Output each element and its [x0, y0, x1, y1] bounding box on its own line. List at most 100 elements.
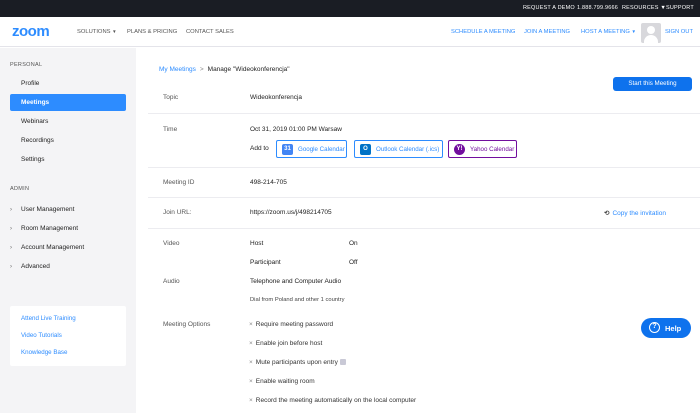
support-link[interactable]: SUPPORT [666, 5, 694, 11]
sidebar-item-recordings[interactable]: Recordings [10, 132, 126, 149]
dial-from-text: Dial from [250, 297, 274, 303]
copy-invitation-label: Copy the invitation [612, 210, 666, 217]
dial-other-text: and other 1 country [294, 297, 345, 303]
question-icon: ? [649, 322, 660, 333]
avatar-head [647, 26, 655, 34]
solutions-label: SOLUTIONS [77, 29, 111, 35]
attend-live-training-link[interactable]: Attend Live Training [21, 315, 76, 322]
option-require-password: × Require meeting password [249, 321, 333, 328]
zoom-logo[interactable]: zoom [12, 23, 50, 40]
help-button[interactable]: ? Help [641, 318, 691, 338]
sidebar-item-user-management[interactable]: › User Management [10, 206, 126, 213]
plans-pricing-link[interactable]: PLANS & PRICING [127, 29, 177, 35]
outlook-calendar-label: Outlook Calendar (.ics) [376, 146, 440, 153]
video-label: Video [163, 240, 180, 247]
google-calendar-icon: 31 [282, 144, 293, 155]
phone-number: 1.888.799.9666 [577, 5, 619, 11]
host-meeting-label: HOST A MEETING [581, 29, 630, 35]
sidebar-section-admin: ADMIN [10, 186, 30, 192]
yahoo-calendar-label: Yahoo Calendar [470, 146, 515, 153]
breadcrumb: My Meetings > Manage "Wideokonferencja" [159, 66, 290, 73]
topic-value: Wideokonferencja [250, 94, 303, 101]
x-icon: × [249, 340, 253, 347]
option-label: Record the meeting automatically on the … [255, 397, 417, 404]
sidebar-item-profile[interactable]: Profile [10, 75, 126, 92]
join-url-label: Join URL: [163, 209, 192, 216]
host-video-value: On [349, 240, 358, 247]
sidebar-item-meetings[interactable]: Meetings [10, 94, 126, 111]
divider [148, 228, 700, 229]
meeting-id-value: 498-214-705 [250, 179, 287, 186]
breadcrumb-current: Manage "Wideokonferencja" [207, 66, 290, 73]
dial-country[interactable]: Poland [275, 297, 293, 303]
participant-video-value: Off [349, 259, 358, 266]
sidebar-item-label: User Management [21, 206, 75, 213]
sidebar-item-label: Advanced [21, 263, 50, 270]
participant-video-label: Participant [250, 259, 281, 266]
google-calendar-button[interactable]: 31 Google Calendar [276, 140, 347, 158]
x-icon: × [249, 359, 253, 366]
start-meeting-button[interactable]: Start this Meeting [613, 77, 692, 91]
top-utility-bar: REQUEST A DEMO 1.888.799.9666 RESOURCES … [0, 0, 700, 17]
option-label: Enable waiting room [255, 378, 315, 385]
option-label: Enable join before host [255, 340, 323, 347]
option-waiting-room: × Enable waiting room [249, 378, 315, 385]
chevron-right-icon: › [10, 245, 12, 251]
sidebar-item-advanced[interactable]: › Advanced [10, 263, 126, 270]
resources-menu[interactable]: RESOURCES ▼ [622, 5, 666, 11]
time-label: Time [163, 126, 178, 133]
knowledge-base-link[interactable]: Knowledge Base [21, 349, 67, 356]
join-url-value[interactable]: https://zoom.us/j/498214705 [250, 209, 332, 216]
topic-label: Topic [163, 94, 179, 101]
option-mute-upon-entry: × Mute participants upon entry [249, 359, 346, 366]
help-links-card: Attend Live Training Video Tutorials Kno… [10, 306, 126, 366]
join-meeting-link[interactable]: JOIN A MEETING [524, 29, 570, 35]
contact-sales-link[interactable]: CONTACT SALES [186, 29, 234, 35]
host-video-label: Host [250, 240, 264, 247]
sidebar-section-personal: PERSONAL [10, 62, 43, 68]
sidebar-item-settings[interactable]: Settings [10, 151, 126, 168]
host-meeting-menu[interactable]: HOST A MEETING ▼ [581, 29, 636, 35]
x-icon: × [249, 397, 253, 404]
avatar[interactable] [641, 23, 661, 43]
sidebar-item-label: Room Management [21, 225, 79, 232]
meeting-id-label: Meeting ID [163, 179, 195, 186]
request-demo-link[interactable]: REQUEST A DEMO [523, 5, 575, 11]
copy-icon: ⟲ [604, 210, 610, 217]
audio-label: Audio [163, 278, 180, 285]
chevron-down-icon: ▼ [112, 29, 117, 34]
sidebar-item-room-management[interactable]: › Room Management [10, 225, 126, 232]
sign-out-link[interactable]: SIGN OUT [665, 29, 693, 35]
yahoo-icon: Y! [454, 144, 465, 155]
divider [148, 197, 700, 198]
option-label: Mute participants upon entry [255, 359, 338, 366]
solutions-menu[interactable]: SOLUTIONS ▼ [77, 29, 117, 35]
avatar-body [644, 35, 658, 43]
breadcrumb-my-meetings[interactable]: My Meetings [159, 66, 196, 73]
add-to-label: Add to [250, 145, 269, 152]
info-icon[interactable] [339, 359, 346, 366]
sidebar-item-account-management[interactable]: › Account Management [10, 244, 126, 251]
chevron-right-icon: › [10, 226, 12, 232]
meeting-options-label: Meeting Options [163, 321, 211, 328]
option-auto-record: × Record the meeting automatically on the… [249, 397, 416, 404]
divider [148, 167, 700, 168]
x-icon: × [249, 321, 253, 328]
video-tutorials-link[interactable]: Video Tutorials [21, 332, 62, 339]
sidebar-item-label: Account Management [21, 244, 85, 251]
sidebar-item-webinars[interactable]: Webinars [10, 113, 126, 130]
breadcrumb-separator: > [199, 66, 204, 73]
chevron-right-icon: › [10, 207, 12, 213]
copy-invitation-link[interactable]: ⟲ Copy the invitation [604, 209, 666, 217]
option-label: Require meeting password [255, 321, 334, 328]
schedule-meeting-link[interactable]: SCHEDULE A MEETING [451, 29, 515, 35]
google-calendar-label: Google Calendar [298, 146, 345, 153]
x-icon: × [249, 378, 253, 385]
outlook-calendar-button[interactable]: O Outlook Calendar (.ics) [354, 140, 443, 158]
outlook-icon: O [360, 144, 371, 155]
main-nav: zoom SOLUTIONS ▼ PLANS & PRICING CONTACT… [0, 17, 700, 47]
audio-value: Telephone and Computer Audio [250, 278, 342, 285]
help-label: Help [665, 324, 682, 333]
chevron-down-icon: ▼ [631, 29, 636, 34]
yahoo-calendar-button[interactable]: Y! Yahoo Calendar [448, 140, 517, 158]
